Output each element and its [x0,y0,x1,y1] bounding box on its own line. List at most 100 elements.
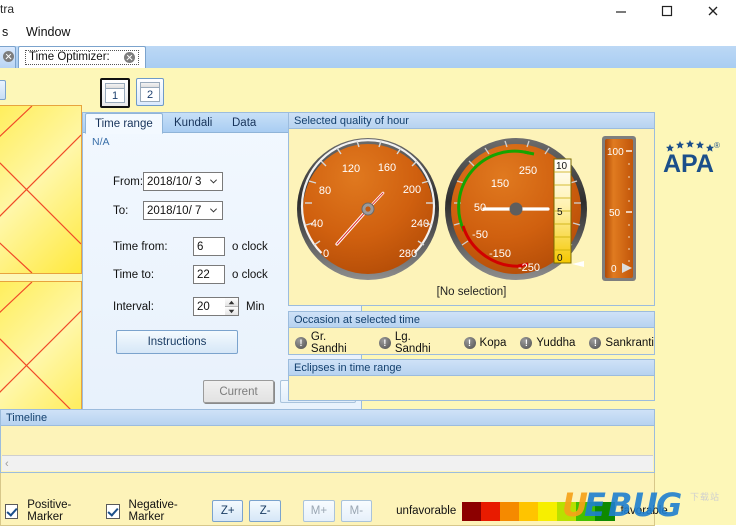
vertical-gauge[interactable]: 100 50 0 [601,135,641,283]
menu-item-window[interactable]: Window [26,25,70,39]
timeline-panel-title: Timeline [1,410,654,426]
tab-data[interactable]: Data [223,113,265,132]
negative-marker-checkbox[interactable] [106,503,120,519]
no-selection-text: [No selection] [436,286,507,298]
tab-kundali[interactable]: Kundali [165,113,221,132]
gauge-speedometer-2[interactable]: 250 150 50 -50 -150 -250 10 5 0 [444,131,596,291]
timeline-scrollbar[interactable]: ‹ [2,455,653,471]
toolbar-controls: Positive-Marker Negative-Marker Z+ Z- M+… [5,499,668,523]
eclipse-panel-title: Eclipses in time range [289,360,654,376]
occasion-item-yuddha[interactable]: ! Yuddha [520,337,575,349]
to-label: To: [113,204,129,217]
title-bar: tra [0,0,736,22]
gauges-container: 0 40 80 120 160 200 240 280 250 150 50 -… [289,129,654,304]
document-tab-time-optimizer[interactable]: Time Optimizer: [18,46,146,68]
maximize-icon [661,5,673,17]
gauge1-tick-160: 160 [378,162,396,174]
vgauge-tick-50: 50 [609,208,621,219]
kundali-chart-lines [0,106,81,273]
occasion-item-gr-sandhi[interactable]: ! Gr. Sandhi [295,331,365,355]
maximize-button[interactable] [644,0,690,22]
gauge-speedometer-1[interactable]: 0 40 80 120 160 200 240 280 [295,131,445,291]
window-button-1[interactable]: 1 [100,78,130,108]
occasion-label: Lg. Sandhi [394,331,431,355]
gauge2-tick-neg50: -50 [472,229,488,241]
tab-kundali-label: Kundali [174,116,213,129]
zoom-out-button[interactable]: Z- [249,500,281,522]
window-icon-body: 2 [140,87,160,102]
window-title: tra [0,2,15,16]
timeline-canvas[interactable] [2,426,653,455]
occasion-panel: Occasion at selected time ! Gr. Sandhi !… [288,311,655,355]
gauge1-tick-280: 280 [399,248,417,260]
to-date-picker[interactable]: 2018/10/ 7 [143,201,223,220]
window-button-1-label: 1 [111,90,119,102]
vgauge-tick-0: 0 [611,264,617,275]
interval-stepper[interactable] [225,297,239,316]
window-number-buttons: 1 2 [100,78,164,108]
time-to-input[interactable]: 22 [193,265,225,284]
chevron-down-icon [209,179,218,184]
window-button-2-label: 2 [146,89,154,101]
to-row: To: 2018/10/ 7 [113,200,223,221]
quality-panel-title: Selected quality of hour [289,113,654,129]
stepper-up-icon[interactable] [225,298,238,307]
gauge2-tick-neg150: -150 [489,248,511,260]
occasion-panel-title: Occasion at selected time [289,312,654,328]
minimize-button[interactable] [598,0,644,22]
interval-input[interactable]: 20 [193,297,225,316]
window-button-2[interactable]: 2 [136,78,164,106]
chevron-left-icon[interactable]: ‹ [5,458,9,470]
time-from-label: Time from: [113,240,168,253]
marker-add-button[interactable]: M+ [303,500,335,522]
stepper-down-icon[interactable] [225,307,238,315]
time-to-row: Time to: 22 o clock [113,264,268,285]
positive-marker-checkbox[interactable] [5,503,19,519]
document-tab-strip: Time Optimizer: [0,46,736,69]
window-controls [598,0,736,22]
app-window: tra s Window Time Optimizer: 1 2 APA ® T… [0,0,736,526]
close-button[interactable] [690,0,736,22]
marker-remove-button[interactable]: M- [340,500,373,522]
negative-marker-label: Negative-Marker [128,499,178,523]
legend-favorable-label: favorable [620,505,668,517]
tab-time-range-label: Time range [95,117,153,130]
occasion-label: Kopa [479,337,507,349]
instructions-button[interactable]: Instructions [116,330,238,354]
gauge1-tick-120: 120 [342,163,360,175]
vgauge-tick-100: 100 [607,147,624,158]
zoom-in-button[interactable]: Z+ [212,500,244,522]
apa-logo: APA ® [662,138,722,178]
occasion-items: ! Gr. Sandhi ! Lg. Sandhi ! Kopa ! Yuddh… [295,331,654,355]
interval-unit: Min [246,300,265,313]
kundali-chart-partial-1[interactable] [0,105,82,274]
close-circle-icon[interactable] [3,51,14,65]
tab-time-range[interactable]: Time range [85,113,163,134]
registered-icon: ® [714,141,720,150]
close-circle-icon[interactable] [123,51,135,63]
occasion-item-kopa[interactable]: ! Kopa [463,337,507,349]
close-icon [708,6,718,16]
document-tab-previous[interactable] [0,46,16,69]
time-from-input[interactable]: 6 [193,237,225,256]
apa-logo-text: APA [663,150,714,174]
gauge2-tick-150: 150 [491,178,509,190]
occasion-label: Yuddha [536,337,576,349]
gauge2-scale-10: 10 [556,161,568,172]
from-label: From: [113,175,144,188]
occasion-item-sankranti[interactable]: ! Sankranti [589,337,654,349]
chevron-down-icon [209,208,218,213]
from-row: From: 2018/10/ 3 [113,171,223,192]
left-panel-stub[interactable] [0,80,6,100]
gauge1-tick-0: 0 [323,248,329,260]
interval-row: Interval: 20 Min [113,296,265,317]
eclipse-panel: Eclipses in time range [288,359,655,401]
current-button[interactable]: Current [203,380,274,403]
from-date-picker[interactable]: 2018/10/ 3 [143,172,223,191]
exclamation-icon: ! [378,337,391,349]
status-text: N/A [92,136,110,148]
menu-item-s[interactable]: s [2,25,8,39]
gauge1-tick-240: 240 [411,218,429,230]
occasion-item-lg-sandhi[interactable]: ! Lg. Sandhi [378,331,450,355]
quality-panel: Selected quality of hour 0 40 80 120 160… [288,112,655,306]
